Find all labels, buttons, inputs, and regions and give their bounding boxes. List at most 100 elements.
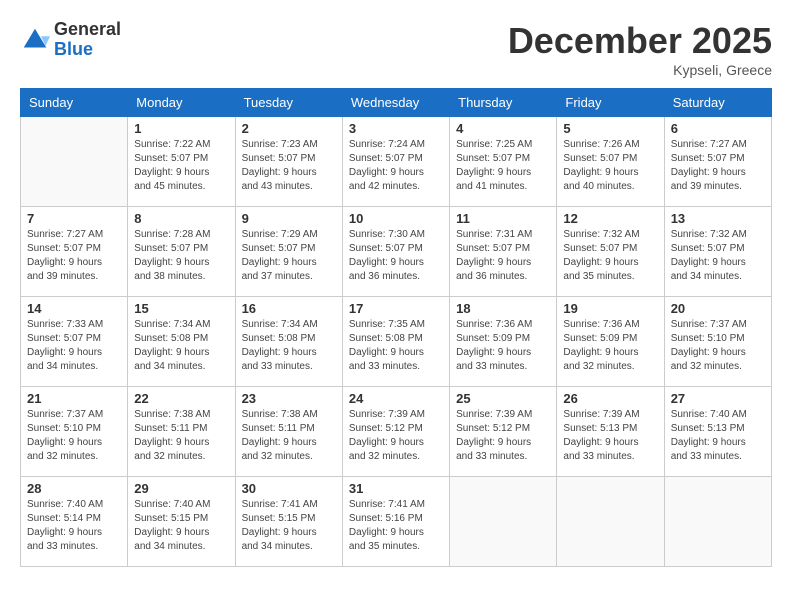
logo-icon [20,25,50,55]
calendar-cell: 1 Sunrise: 7:22 AM Sunset: 5:07 PM Daylig… [128,117,235,207]
day-info: Sunrise: 7:35 AM Sunset: 5:08 PM Dayligh… [349,318,443,374]
calendar-cell: 21Sunrise: 7:37 AM Sunset: 5:10 PM Dayli… [21,387,128,477]
weekday-header-monday: Monday [128,89,235,117]
day-number: 22 [134,391,228,406]
calendar-week-3: 14 Sunrise: 7:33 AM Sunset: 5:07 PM Dayli… [21,297,772,387]
calendar-cell: 5Sunrise: 7:26 AM Sunset: 5:07 PM Daylig… [557,117,664,207]
day-number: 15 [134,301,228,316]
calendar-cell: 22 Sunrise: 7:38 AM Sunset: 5:11 PM Dayli… [128,387,235,477]
calendar-cell [557,477,664,567]
day-info: Sunrise: 7:36 AM Sunset: 5:09 PM Dayligh… [456,318,550,374]
day-info: Sunrise: 7:40 AM Sunset: 5:15 PM Dayligh… [134,498,228,554]
logo-blue-text: Blue [54,40,121,60]
day-number: 26 [563,391,657,406]
day-info: Sunrise: 7:22 AM Sunset: 5:07 PM Dayligh… [134,138,228,194]
day-info: Sunrise: 7:36 AM Sunset: 5:09 PM Dayligh… [563,318,657,374]
day-number: 18 [456,301,550,316]
weekday-header-thursday: Thursday [450,89,557,117]
day-number: 5 [563,121,657,136]
day-info: Sunrise: 7:39 AM Sunset: 5:13 PM Dayligh… [563,408,657,464]
day-number: 12 [563,211,657,226]
day-info: Sunrise: 7:38 AM Sunset: 5:11 PM Dayligh… [242,408,336,464]
day-number: 6 [671,121,765,136]
day-info: Sunrise: 7:27 AM Sunset: 5:07 PM Dayligh… [671,138,765,194]
day-number: 11 [456,211,550,226]
day-number: 30 [242,481,336,496]
day-info: Sunrise: 7:39 AM Sunset: 5:12 PM Dayligh… [456,408,550,464]
day-number: 28 [27,481,121,496]
calendar-cell: 24 Sunrise: 7:39 AM Sunset: 5:12 PM Dayli… [342,387,449,477]
calendar-cell: 8Sunrise: 7:28 AM Sunset: 5:07 PM Daylig… [128,207,235,297]
day-info: Sunrise: 7:32 AM Sunset: 5:07 PM Dayligh… [671,228,765,284]
day-info: Sunrise: 7:30 AM Sunset: 5:07 PM Dayligh… [349,228,443,284]
day-number: 19 [563,301,657,316]
calendar-cell: 10Sunrise: 7:30 AM Sunset: 5:07 PM Dayli… [342,207,449,297]
page-header: General Blue December 2025 Kypseli, Gree… [20,20,772,78]
day-number: 3 [349,121,443,136]
location: Kypseli, Greece [508,62,772,78]
logo-general-text: General [54,20,121,40]
day-info: Sunrise: 7:29 AM Sunset: 5:07 PM Dayligh… [242,228,336,284]
day-number: 31 [349,481,443,496]
calendar-cell: 2Sunrise: 7:23 AM Sunset: 5:07 PM Daylig… [235,117,342,207]
day-number: 4 [456,121,550,136]
calendar-cell: 25Sunrise: 7:39 AM Sunset: 5:12 PM Dayli… [450,387,557,477]
calendar-cell [21,117,128,207]
calendar-cell: 29Sunrise: 7:40 AM Sunset: 5:15 PM Dayli… [128,477,235,567]
day-number: 1 [134,121,228,136]
day-info: Sunrise: 7:33 AM Sunset: 5:07 PM Dayligh… [27,318,121,374]
weekday-header-wednesday: Wednesday [342,89,449,117]
calendar-cell: 3Sunrise: 7:24 AM Sunset: 5:07 PM Daylig… [342,117,449,207]
calendar-week-1: 1 Sunrise: 7:22 AM Sunset: 5:07 PM Daylig… [21,117,772,207]
weekday-header-tuesday: Tuesday [235,89,342,117]
calendar-cell: 11 Sunrise: 7:31 AM Sunset: 5:07 PM Dayli… [450,207,557,297]
day-info: Sunrise: 7:31 AM Sunset: 5:07 PM Dayligh… [456,228,550,284]
day-number: 13 [671,211,765,226]
day-number: 7 [27,211,121,226]
weekday-header-saturday: Saturday [664,89,771,117]
day-info: Sunrise: 7:34 AM Sunset: 5:08 PM Dayligh… [134,318,228,374]
calendar-cell [664,477,771,567]
calendar-cell [450,477,557,567]
calendar-cell: 18 Sunrise: 7:36 AM Sunset: 5:09 PM Dayli… [450,297,557,387]
day-info: Sunrise: 7:34 AM Sunset: 5:08 PM Dayligh… [242,318,336,374]
calendar-week-2: 7 Sunrise: 7:27 AM Sunset: 5:07 PM Daylig… [21,207,772,297]
calendar-cell: 30Sunrise: 7:41 AM Sunset: 5:15 PM Dayli… [235,477,342,567]
month-title: December 2025 [508,20,772,62]
day-number: 27 [671,391,765,406]
day-info: Sunrise: 7:39 AM Sunset: 5:12 PM Dayligh… [349,408,443,464]
day-info: Sunrise: 7:41 AM Sunset: 5:16 PM Dayligh… [349,498,443,554]
calendar-cell: 23Sunrise: 7:38 AM Sunset: 5:11 PM Dayli… [235,387,342,477]
calendar-cell: 31 Sunrise: 7:41 AM Sunset: 5:16 PM Dayli… [342,477,449,567]
day-number: 17 [349,301,443,316]
logo: General Blue [20,20,121,60]
calendar-week-4: 21Sunrise: 7:37 AM Sunset: 5:10 PM Dayli… [21,387,772,477]
calendar-cell: 12 Sunrise: 7:32 AM Sunset: 5:07 PM Dayli… [557,207,664,297]
calendar-table: SundayMondayTuesdayWednesdayThursdayFrid… [20,88,772,567]
weekday-header-sunday: Sunday [21,89,128,117]
day-info: Sunrise: 7:40 AM Sunset: 5:13 PM Dayligh… [671,408,765,464]
calendar-cell: 15 Sunrise: 7:34 AM Sunset: 5:08 PM Dayli… [128,297,235,387]
day-number: 14 [27,301,121,316]
calendar-cell: 4 Sunrise: 7:25 AM Sunset: 5:07 PM Daylig… [450,117,557,207]
weekday-header-friday: Friday [557,89,664,117]
day-number: 9 [242,211,336,226]
day-info: Sunrise: 7:28 AM Sunset: 5:07 PM Dayligh… [134,228,228,284]
day-info: Sunrise: 7:38 AM Sunset: 5:11 PM Dayligh… [134,408,228,464]
day-info: Sunrise: 7:23 AM Sunset: 5:07 PM Dayligh… [242,138,336,194]
day-info: Sunrise: 7:40 AM Sunset: 5:14 PM Dayligh… [27,498,121,554]
calendar-cell: 27 Sunrise: 7:40 AM Sunset: 5:13 PM Dayli… [664,387,771,477]
day-info: Sunrise: 7:32 AM Sunset: 5:07 PM Dayligh… [563,228,657,284]
calendar-cell: 14 Sunrise: 7:33 AM Sunset: 5:07 PM Dayli… [21,297,128,387]
day-number: 20 [671,301,765,316]
calendar-cell: 28 Sunrise: 7:40 AM Sunset: 5:14 PM Dayli… [21,477,128,567]
calendar-cell: 16 Sunrise: 7:34 AM Sunset: 5:08 PM Dayli… [235,297,342,387]
day-number: 16 [242,301,336,316]
calendar-week-5: 28 Sunrise: 7:40 AM Sunset: 5:14 PM Dayli… [21,477,772,567]
calendar-cell: 7 Sunrise: 7:27 AM Sunset: 5:07 PM Daylig… [21,207,128,297]
day-info: Sunrise: 7:27 AM Sunset: 5:07 PM Dayligh… [27,228,121,284]
calendar-cell: 13 Sunrise: 7:32 AM Sunset: 5:07 PM Dayli… [664,207,771,297]
day-number: 24 [349,391,443,406]
day-info: Sunrise: 7:25 AM Sunset: 5:07 PM Dayligh… [456,138,550,194]
calendar-cell: 6 Sunrise: 7:27 AM Sunset: 5:07 PM Daylig… [664,117,771,207]
